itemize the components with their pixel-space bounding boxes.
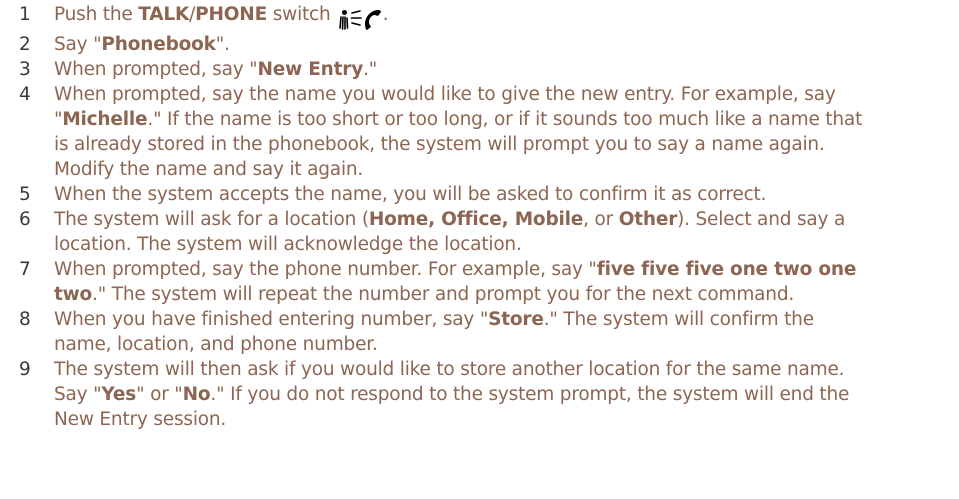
text-run: When you have finished entering number, …	[54, 309, 489, 330]
bold-keyword: Other	[618, 209, 678, 230]
step-number: 1	[19, 4, 31, 25]
text-run: " or "	[136, 384, 183, 405]
step-text-line: Say "Yes" or "No." If you do not respond…	[54, 382, 954, 407]
step-text: When prompted, say the name you would li…	[54, 82, 954, 182]
bold-keyword: Michelle	[62, 109, 148, 130]
step-text: The system will then ask if you would li…	[54, 357, 954, 432]
bold-keyword: five five five one two one	[596, 259, 857, 280]
step-text-line: location. The system will acknowledge th…	[54, 232, 954, 257]
text-run: is already stored in the phonebook, the …	[54, 134, 825, 155]
bold-keyword: Store	[488, 309, 544, 330]
step-text: The system will ask for a location (Home…	[54, 207, 954, 257]
step-text-line: Modify the name and say it again.	[54, 157, 954, 182]
step-item: 5 When the system accepts the name, you w…	[19, 182, 954, 207]
step-number: 7	[19, 259, 31, 280]
step-number: 2	[19, 34, 31, 55]
step-item: 4 When prompted, say the name you would l…	[19, 82, 954, 182]
step-item: 3 When prompted, say "New Entry."	[19, 57, 954, 82]
text-run: New Entry session.	[54, 409, 227, 430]
text-run: ." The system will repeat the number and…	[92, 284, 795, 305]
text-run: When prompted, say the phone number. For…	[54, 259, 597, 280]
bold-keyword: Yes	[101, 384, 137, 405]
step-text-line: When prompted, say the name you would li…	[54, 82, 954, 107]
step-text-line: name, location, and phone number.	[54, 332, 954, 357]
step-text-line: When the system accepts the name, you wi…	[54, 182, 954, 207]
bold-keyword: PHONE	[195, 4, 268, 25]
step-text: When you have finished entering number, …	[54, 307, 954, 357]
step-text-line: "Michelle." If the name is too short or …	[54, 107, 954, 132]
trailing-period: .	[382, 4, 389, 25]
text-run: Push the	[54, 4, 139, 25]
text-run: ." If you do not respond to the system p…	[210, 384, 850, 405]
step-number: 3	[19, 59, 31, 80]
step-number: 8	[19, 309, 31, 330]
text-run: name, location, and phone number.	[54, 334, 378, 355]
bold-keyword: two	[54, 284, 93, 305]
text-run: The system will ask for a location (	[54, 209, 369, 230]
step-number: 9	[19, 359, 31, 380]
text-run: switch	[267, 4, 331, 25]
step-number: 4	[19, 84, 31, 105]
step-text: When the system accepts the name, you wi…	[54, 182, 954, 207]
step-text: Push the TALK/PHONE switch.	[54, 2, 954, 32]
bold-keyword: New Entry	[257, 59, 364, 80]
text-run: ."	[363, 59, 378, 80]
step-text: Say "Phonebook".	[54, 32, 954, 57]
text-run: When prompted, say "	[54, 59, 258, 80]
instruction-steps: 1 Push the TALK/PHONE switch. 2 Say "Phoneb…	[19, 2, 954, 432]
text-run: Modify the name and say it again.	[54, 159, 364, 180]
text-run: ." The system will confirm the	[543, 309, 814, 330]
bold-keyword: No	[182, 384, 211, 405]
text-run: When prompted, say the name you would li…	[54, 84, 836, 105]
voice-talk-icon	[338, 10, 362, 30]
step-number: 6	[19, 209, 31, 230]
bold-keyword: Home, Office, Mobile	[368, 209, 584, 230]
text-run: Say "	[54, 384, 102, 405]
step-text-line: The system will ask for a location (Home…	[54, 207, 954, 232]
step-text-line: Push the TALK/PHONE switch.	[54, 2, 954, 32]
bold-keyword: TALK	[138, 4, 190, 25]
phone-handset-icon	[364, 10, 381, 30]
step-text-line: When prompted, say the phone number. For…	[54, 257, 954, 282]
step-item: 7 When prompted, say the phone number. Fo…	[19, 257, 954, 307]
step-text-line: two." The system will repeat the number …	[54, 282, 954, 307]
step-item: 1 Push the TALK/PHONE switch.	[19, 2, 954, 32]
text-run: ." If the name is too short or too long,…	[147, 109, 863, 130]
step-text-line: When you have finished entering number, …	[54, 307, 954, 332]
text-run: ). Select and say a	[677, 209, 846, 230]
step-number: 5	[19, 184, 31, 205]
text-run: Say "	[54, 34, 102, 55]
step-text-line: When prompted, say "New Entry."	[54, 57, 954, 82]
text-run: location. The system will acknowledge th…	[54, 234, 522, 255]
step-text-line: Say "Phonebook".	[54, 32, 954, 57]
bold-keyword: Phonebook	[101, 34, 216, 55]
text-run: ".	[215, 34, 230, 55]
text-run: , or	[583, 209, 619, 230]
step-text-line: is already stored in the phonebook, the …	[54, 132, 954, 157]
step-text: When prompted, say "New Entry."	[54, 57, 954, 82]
step-item: 6 The system will ask for a location (Hom…	[19, 207, 954, 257]
step-text-line: New Entry session.	[54, 407, 954, 432]
step-item: 8 When you have finished entering number,…	[19, 307, 954, 357]
text-run: When the system accepts the name, you wi…	[54, 184, 767, 205]
step-item: 2 Say "Phonebook".	[19, 32, 954, 57]
talk-phone-icons	[338, 7, 383, 32]
step-text: When prompted, say the phone number. For…	[54, 257, 954, 307]
step-item: 9 The system will then ask if you would l…	[19, 357, 954, 432]
text-run: The system will then ask if you would li…	[54, 359, 845, 380]
step-text-line: The system will then ask if you would li…	[54, 357, 954, 382]
